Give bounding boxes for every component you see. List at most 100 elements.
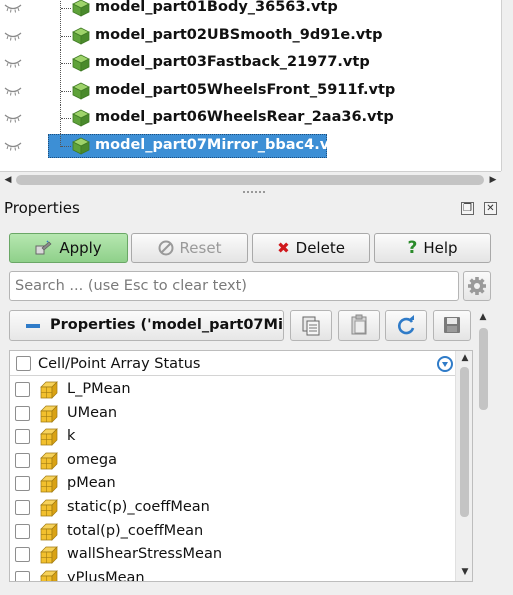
tree-branch-line xyxy=(61,90,71,92)
properties-section-header[interactable]: Properties ('model_part07Mirr xyxy=(9,310,284,341)
array-status-list: Cell/Point Array Status L_PMean UMean k ome… xyxy=(9,350,473,582)
scroll-down-icon[interactable]: ▼ xyxy=(458,565,472,579)
eye-closed-icon[interactable] xyxy=(4,2,22,14)
select-all-checkbox[interactable] xyxy=(16,356,31,371)
help-button[interactable]: ? Help xyxy=(374,233,491,263)
reset-label: Reset xyxy=(179,239,222,257)
cell-data-icon xyxy=(40,522,58,541)
help-question-icon: ? xyxy=(407,237,418,258)
pipeline-item[interactable]: model_part06WheelsRear_2aa36.vtp xyxy=(0,105,501,132)
cell-data-icon xyxy=(40,404,58,423)
cell-data-icon xyxy=(40,451,58,470)
array-list-scrollbar[interactable]: ▲ ▼ xyxy=(455,351,472,581)
array-checkbox[interactable] xyxy=(15,523,30,539)
properties-panel-title: Properties xyxy=(4,199,80,217)
eye-closed-icon[interactable] xyxy=(4,57,22,69)
green-cube-icon xyxy=(72,137,90,155)
pipeline-item-label: model_part03Fastback_21977.vtp xyxy=(95,54,370,70)
tree-branch-line xyxy=(61,118,71,119)
pipeline-item[interactable]: model_part02UBSmooth_9d91e.vtp xyxy=(0,22,501,50)
pipeline-item-label: model_part02UBSmooth_9d91e.vtp xyxy=(95,26,383,43)
scroll-right-icon[interactable]: ▶ xyxy=(488,175,498,185)
array-checkbox[interactable] xyxy=(15,452,30,468)
reset-button[interactable]: Reset xyxy=(131,233,248,263)
array-row[interactable]: L_PMean xyxy=(10,378,455,402)
cell-data-icon xyxy=(40,428,58,447)
array-row[interactable]: pMean xyxy=(10,472,455,496)
tree-branch-line xyxy=(61,8,71,9)
pipeline-horizontal-scrollbar[interactable]: ◀ ▶ xyxy=(0,171,501,187)
array-status-header-label: Cell/Point Array Status xyxy=(38,356,201,372)
eye-closed-icon[interactable] xyxy=(4,112,22,124)
pipeline-item[interactable]: model_part01Body_36563.vtp xyxy=(0,0,501,22)
apply-icon xyxy=(35,240,52,255)
array-row[interactable]: wallShearStressMean xyxy=(10,543,455,567)
scroll-up-icon[interactable]: ▲ xyxy=(476,310,490,324)
apply-button[interactable]: Apply xyxy=(9,233,128,263)
array-checkbox[interactable] xyxy=(15,382,30,397)
array-row[interactable]: static(p)_coeffMean xyxy=(10,496,455,520)
scroll-thumb[interactable] xyxy=(460,367,469,517)
green-cube-icon xyxy=(72,27,90,45)
tree-branch-line xyxy=(61,35,71,37)
array-checkbox[interactable] xyxy=(15,570,30,581)
cell-data-icon xyxy=(40,546,58,565)
pipeline-item-label: model_part07Mirror_bbac4.vtp xyxy=(95,136,347,153)
cell-data-icon xyxy=(40,569,58,581)
collapse-minus-icon[interactable] xyxy=(26,324,40,328)
array-checkbox[interactable] xyxy=(15,547,30,563)
scroll-left-icon[interactable]: ◀ xyxy=(3,175,13,185)
pipeline-item[interactable]: model_part07Mirror_bbac4.vtp xyxy=(0,132,501,160)
cell-data-icon xyxy=(40,499,58,517)
array-row[interactable]: UMean xyxy=(10,402,455,426)
save-disk-icon xyxy=(444,317,460,333)
help-label: Help xyxy=(423,239,458,257)
eye-closed-icon[interactable] xyxy=(4,85,22,97)
properties-search-input[interactable] xyxy=(9,271,459,301)
scroll-thumb[interactable] xyxy=(16,175,484,185)
array-checkbox[interactable] xyxy=(15,429,30,445)
splitter-grip-icon[interactable] xyxy=(243,191,265,193)
tree-branch-line xyxy=(61,145,71,147)
scroll-up-icon[interactable]: ▲ xyxy=(458,351,472,365)
array-row[interactable]: total(p)_coeffMean xyxy=(10,520,455,544)
array-label: wallShearStressMean xyxy=(67,546,223,563)
array-row[interactable]: k xyxy=(10,425,455,449)
cell-data-icon xyxy=(40,475,58,494)
pipeline-item-label: model_part05WheelsFront_5911f.vtp xyxy=(95,81,396,98)
array-status-header: Cell/Point Array Status xyxy=(10,351,455,376)
array-row[interactable]: omega xyxy=(10,449,455,473)
section-header-label: Properties ('model_part07Mirr xyxy=(50,317,284,333)
pipeline-browser: model_part01Body_36563.vtp model_part02UB… xyxy=(0,0,501,171)
advanced-settings-button[interactable] xyxy=(463,271,491,301)
array-row[interactable]: yPlusMean xyxy=(10,567,455,581)
pipeline-vertical-scrollbar[interactable] xyxy=(501,0,513,171)
scroll-thumb[interactable] xyxy=(479,328,488,410)
pipeline-item[interactable]: model_part03Fastback_21977.vtp xyxy=(0,50,501,77)
properties-vertical-scrollbar[interactable]: ▲ xyxy=(476,310,490,580)
array-label: L_PMean xyxy=(67,381,131,397)
delete-button[interactable]: ✖ Delete xyxy=(252,233,370,263)
reset-icon xyxy=(158,240,174,256)
array-checkbox[interactable] xyxy=(15,476,30,492)
close-panel-icon[interactable]: ✕ xyxy=(484,202,497,215)
eye-closed-icon[interactable] xyxy=(4,30,22,42)
eye-closed-icon[interactable] xyxy=(4,140,22,152)
green-cube-icon xyxy=(72,82,90,100)
array-checkbox[interactable] xyxy=(15,405,30,421)
array-label: pMean xyxy=(67,475,116,492)
save-button[interactable] xyxy=(433,310,471,341)
copy-icon xyxy=(302,316,320,336)
apply-label: Apply xyxy=(59,239,102,257)
copy-button[interactable] xyxy=(290,310,332,341)
float-panel-icon[interactable]: ❐ xyxy=(461,202,474,215)
refresh-button[interactable] xyxy=(385,310,427,341)
panel-splitter[interactable] xyxy=(0,187,513,195)
pipeline-item-label: model_part06WheelsRear_2aa36.vtp xyxy=(95,109,394,125)
paste-icon xyxy=(351,314,367,335)
green-cube-icon xyxy=(72,0,90,17)
pipeline-item[interactable]: model_part05WheelsFront_5911f.vtp xyxy=(0,77,501,105)
array-checkbox[interactable] xyxy=(15,500,30,515)
sort-dropdown-icon[interactable] xyxy=(437,356,453,372)
paste-button[interactable] xyxy=(338,310,380,341)
